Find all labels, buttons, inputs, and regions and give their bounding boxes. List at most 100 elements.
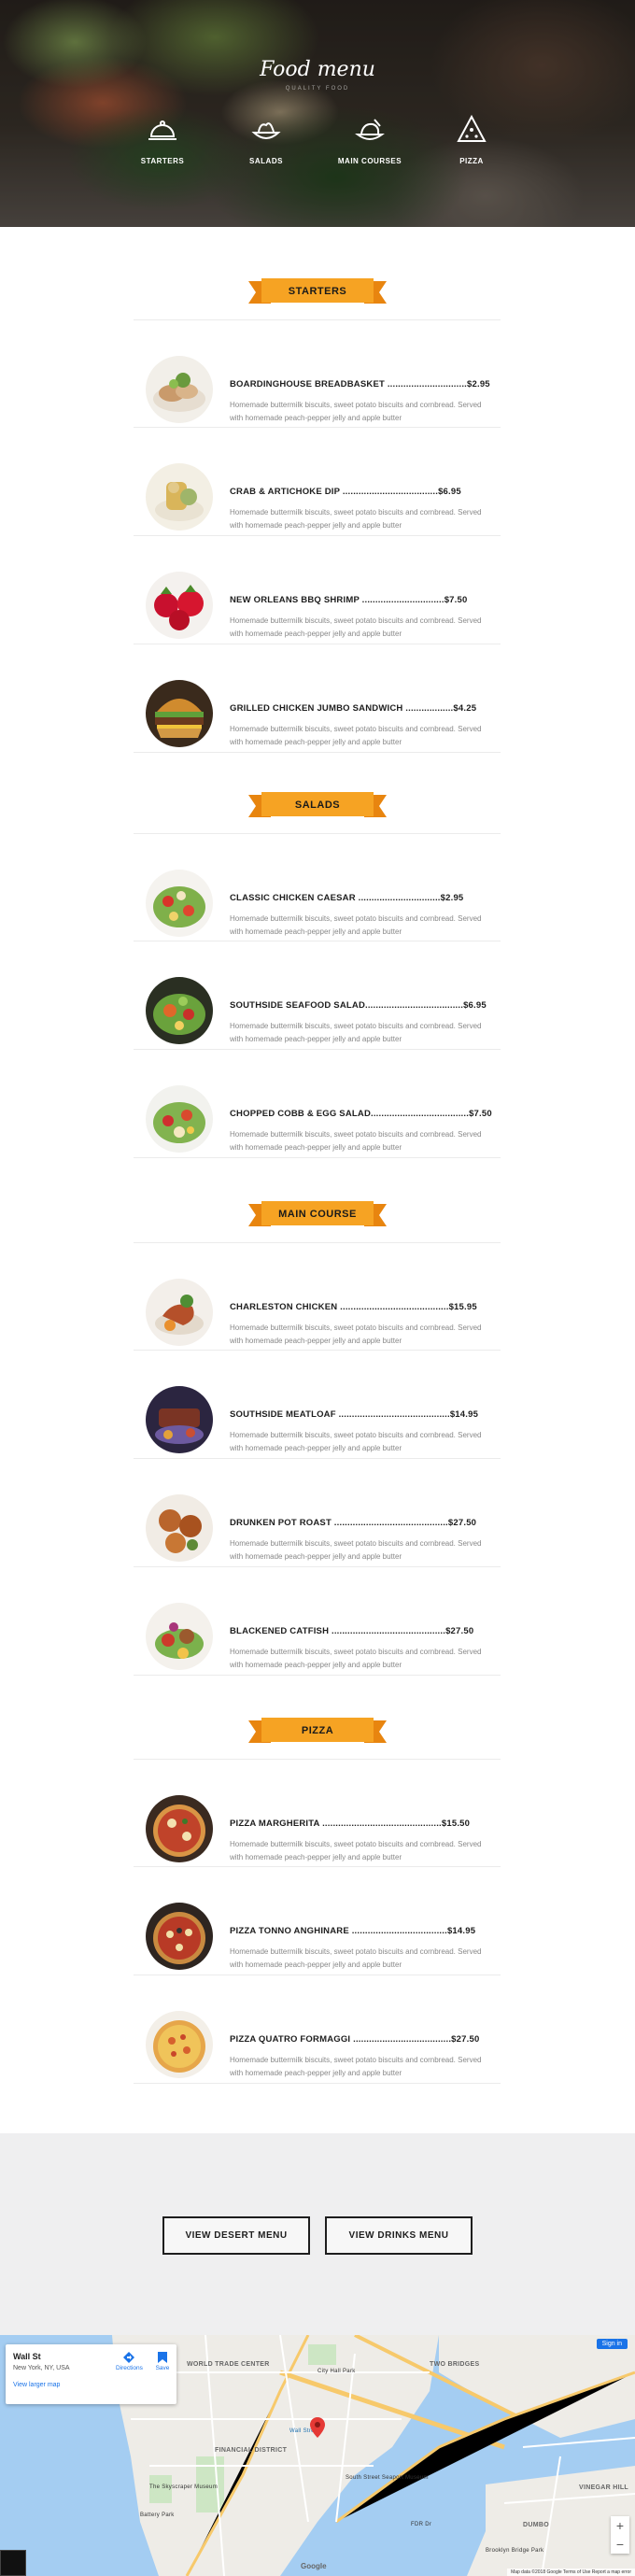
item-description: Homemade buttermilk biscuits, sweet pota…: [230, 1648, 482, 1669]
map-label: FDR Dr: [411, 2522, 432, 2527]
section-banner-main-course: MAIN COURSE: [248, 1198, 387, 1230]
item-description: Homemade buttermilk biscuits, sweet pota…: [230, 1947, 482, 1969]
zoom-control[interactable]: + −: [611, 2516, 629, 2554]
nav-salads[interactable]: SALADS: [219, 114, 313, 168]
view-larger-map-link[interactable]: View larger map: [13, 2382, 60, 2388]
directions-icon: [123, 2352, 134, 2363]
item-name: PIZZA MARGHERITA .......................…: [230, 1819, 442, 1829]
nav-pizza[interactable]: PIZZA: [425, 114, 518, 168]
item-description: Homemade buttermilk biscuits, sweet pota…: [230, 616, 482, 638]
item-name: PIZZA QUATRO FORMAGGI ..................…: [230, 2034, 452, 2045]
food-thumbnail: [146, 1795, 213, 1862]
save-label: Save: [155, 2365, 170, 2371]
sign-in-button[interactable]: Sign in: [596, 2339, 628, 2349]
item-title: BOARDINGHOUSE BREADBASKET ..............…: [230, 379, 490, 389]
item-description: Homemade buttermilk biscuits, sweet pota…: [230, 1431, 482, 1452]
item-price: $4.25: [453, 703, 477, 714]
item-title: PIZZA QUATRO FORMAGGI ..................…: [230, 2034, 479, 2045]
menu-item: PIZZA TONNO ANGHINARE ..................…: [134, 1867, 501, 1975]
menu-links-section: [0, 2133, 635, 2335]
salad-icon: [251, 122, 281, 139]
menu-item: BLACKENED CATFISH ......................…: [134, 1567, 501, 1676]
item-price: $15.50: [441, 1819, 471, 1829]
map-place-card: Wall St New York, NY, USA View larger ma…: [6, 2344, 176, 2404]
item-price: $2.95: [467, 379, 490, 389]
page-corner-widget[interactable]: [0, 2550, 26, 2576]
item-title: PIZZA TONNO ANGHINARE ..................…: [230, 1926, 475, 1936]
main-course-icon: [355, 119, 385, 140]
item-price: $6.95: [463, 1000, 487, 1011]
food-thumbnail: [146, 1903, 213, 1970]
food-thumbnail: [146, 2011, 213, 2078]
menu-item: NEW ORLEANS BBQ SHRIMP .................…: [134, 536, 501, 644]
food-thumbnail: [146, 463, 213, 531]
menu-item: CRAB & ARTICHOKE DIP ...................…: [134, 428, 501, 536]
item-price: $6.95: [438, 487, 461, 497]
item-description: Homemade buttermilk biscuits, sweet pota…: [230, 1323, 482, 1345]
item-name: BLACKENED CATFISH ......................…: [230, 1626, 446, 1636]
pizza-icon: [457, 114, 487, 142]
map-label: WORLD TRADE CENTER: [187, 2361, 270, 2368]
item-title: BLACKENED CATFISH ......................…: [230, 1626, 473, 1636]
map-label: DUMBO: [523, 2522, 549, 2528]
item-description: Homemade buttermilk biscuits, sweet pota…: [230, 1840, 482, 1861]
view-desert-menu-button[interactable]: VIEW DESERT MENU: [162, 2216, 310, 2255]
nav-label: STARTERS: [140, 157, 185, 165]
map-label: VINEGAR HILL: [579, 2484, 628, 2491]
nav-starters[interactable]: STARTERS: [116, 114, 209, 168]
item-name: SOUTHSIDE SEAFOOD SALAD.................…: [230, 1000, 464, 1011]
item-title: SOUTHSIDE MEATLOAF .....................…: [230, 1409, 478, 1420]
item-description: Homemade buttermilk biscuits, sweet pota…: [230, 401, 482, 422]
section-title: MAIN COURSE: [278, 1209, 357, 1220]
directions-button[interactable]: Directions: [116, 2352, 143, 2371]
item-price: $27.50: [445, 1626, 474, 1636]
item-title: CHARLESTON CHICKEN .....................…: [230, 1302, 477, 1312]
item-title: NEW ORLEANS BBQ SHRIMP .................…: [230, 595, 467, 605]
item-name: DRUNKEN POT ROAST ......................…: [230, 1518, 448, 1528]
map-pin-icon[interactable]: [310, 2417, 325, 2438]
item-price: $7.50: [444, 595, 468, 605]
map-label: South Street Seaport Museum: [346, 2475, 429, 2481]
item-price: $7.50: [469, 1109, 492, 1119]
item-name: SOUTHSIDE MEATLOAF .....................…: [230, 1409, 450, 1420]
section-title: STARTERS: [288, 286, 347, 297]
item-name: CHARLESTON CHICKEN .....................…: [230, 1302, 449, 1312]
food-thumbnail: [146, 977, 213, 1044]
item-title: CHOPPED COBB & EGG SALAD................…: [230, 1109, 492, 1119]
zoom-out-button[interactable]: −: [611, 2535, 629, 2554]
item-price: $14.95: [449, 1409, 479, 1420]
map-attribution: Map data ©2018 Google Terms of Use Repor…: [507, 2569, 635, 2576]
food-thumbnail: [146, 680, 213, 747]
embedded-map[interactable]: WORLD TRADE CENTER FINANCIAL DISTRICT TW…: [0, 2335, 635, 2576]
section-title: SALADS: [294, 800, 341, 811]
menu-item: CLASSIC CHICKEN CAESAR .................…: [134, 833, 501, 941]
map-label: Battery Park: [140, 2512, 175, 2518]
nav-label: SALADS: [249, 157, 283, 165]
item-title: CRAB & ARTICHOKE DIP ...................…: [230, 487, 461, 497]
cloche-icon: [148, 120, 176, 140]
item-name: NEW ORLEANS BBQ SHRIMP .................…: [230, 595, 444, 605]
nav-main-courses[interactable]: MAIN COURSES: [323, 114, 416, 168]
item-title: PIZZA MARGHERITA .......................…: [230, 1819, 470, 1829]
menu-item: SOUTHSIDE SEAFOOD SALAD.................…: [134, 941, 501, 1050]
food-thumbnail: [146, 1603, 213, 1670]
item-price: $27.50: [451, 2034, 480, 2045]
item-price: $2.95: [440, 893, 464, 903]
item-title: GRILLED CHICKEN JUMBO SANDWICH .........…: [230, 703, 476, 714]
item-description: Homemade buttermilk biscuits, sweet pota…: [230, 1539, 482, 1561]
bookmark-icon: [158, 2352, 167, 2363]
map-label: FINANCIAL DISTRICT: [215, 2447, 288, 2454]
map-place-address: New York, NY, USA: [13, 2365, 70, 2371]
menu-item: BOARDINGHOUSE BREADBASKET ..............…: [134, 319, 501, 428]
item-description: Homemade buttermilk biscuits, sweet pota…: [230, 508, 482, 530]
food-thumbnail: [146, 572, 213, 639]
item-title: SOUTHSIDE SEAFOOD SALAD.................…: [230, 1000, 487, 1011]
item-description: Homemade buttermilk biscuits, sweet pota…: [230, 914, 482, 936]
save-button[interactable]: Save: [151, 2352, 174, 2371]
item-price: $14.95: [446, 1926, 476, 1936]
section-banner-starters: STARTERS: [248, 276, 387, 307]
view-drinks-menu-button[interactable]: VIEW DRINKS MENU: [325, 2216, 473, 2255]
map-label: City Hall Park: [318, 2369, 356, 2374]
item-price: $27.50: [447, 1518, 477, 1528]
zoom-in-button[interactable]: +: [611, 2516, 629, 2535]
